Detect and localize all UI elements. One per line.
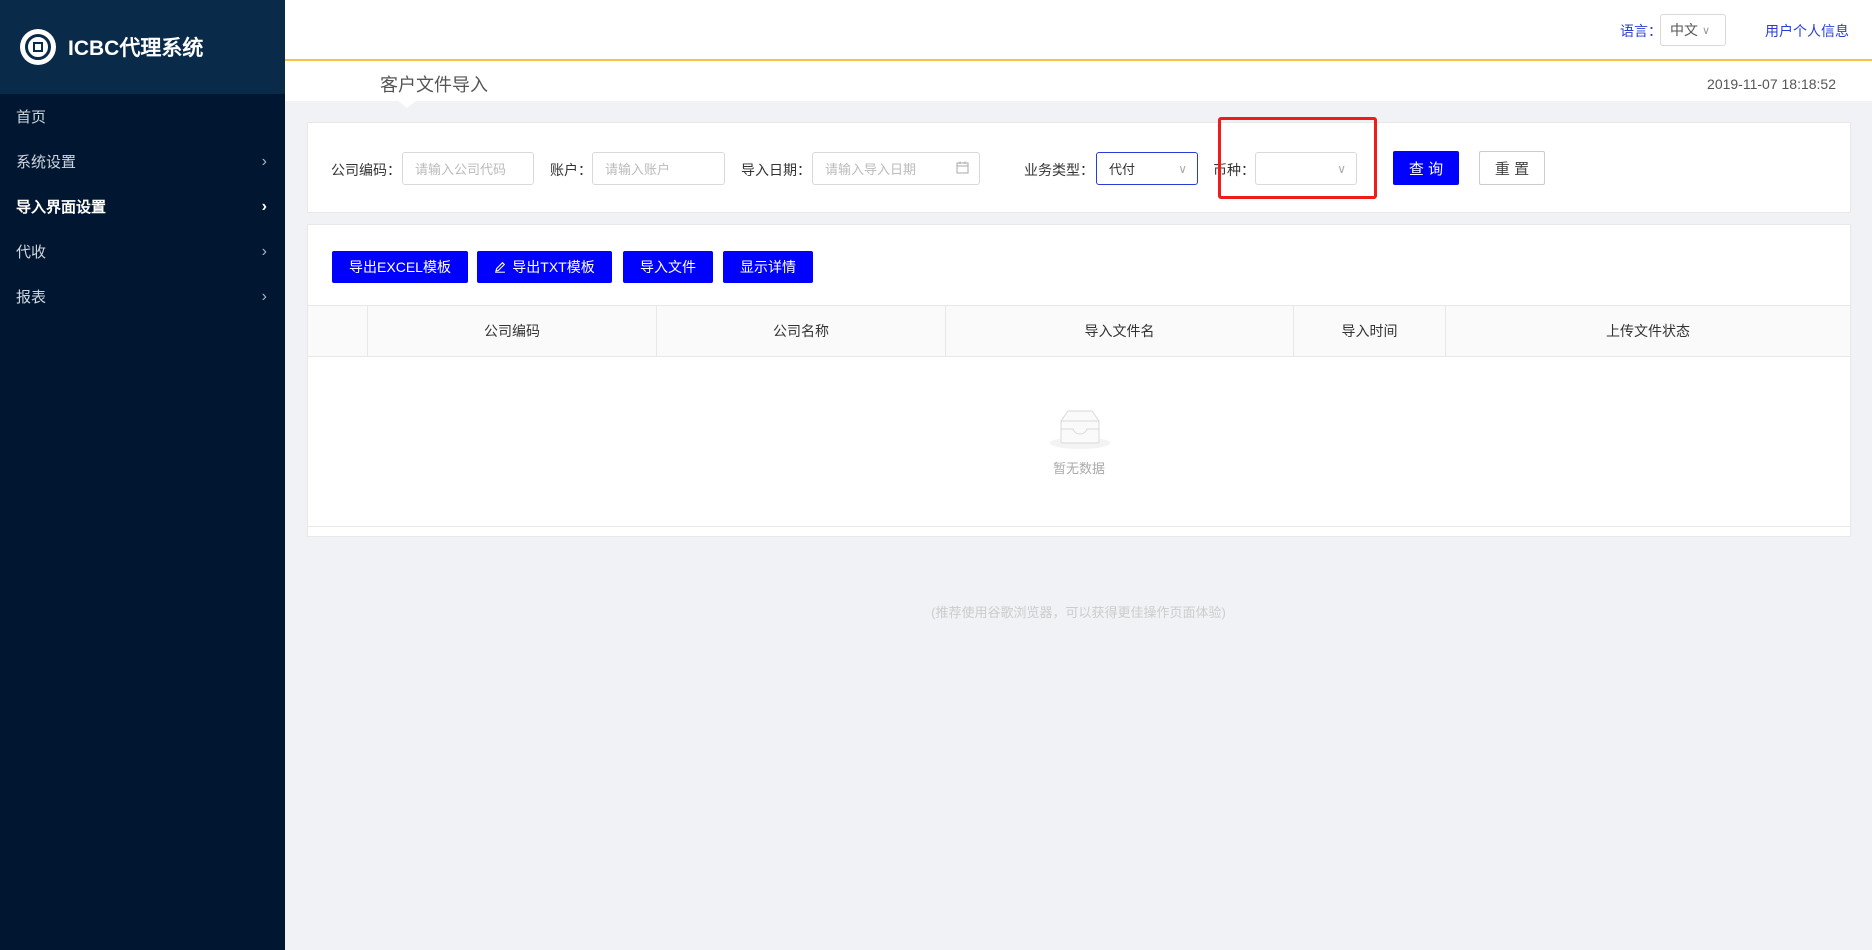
logo-bar: ICBC代理系统 — [0, 0, 285, 94]
sidebar-item-label: 报表 — [16, 289, 47, 306]
edit-icon — [494, 261, 506, 273]
app-title: ICBC代理系统 — [68, 37, 204, 60]
import-date-placeholder: 请输入导入日期 — [825, 162, 917, 177]
calendar-icon — [956, 161, 969, 177]
table-header-upload-status: 上传文件状态 — [1606, 323, 1690, 339]
page-header: 客户文件导入 2019-11-07 18:18:52 — [285, 61, 1872, 108]
account-label: 账户： — [550, 162, 592, 178]
chevron-right-icon: › — [261, 152, 267, 170]
chevron-down-icon: ∨ — [1702, 24, 1711, 37]
language-label: 语言： — [1620, 23, 1662, 39]
export-txt-label: 导出TXT模板 — [512, 259, 595, 275]
chevron-right-icon: › — [261, 287, 267, 305]
chevron-right-icon: › — [261, 197, 267, 215]
sidebar-item-collection[interactable]: 代收 › — [0, 229, 285, 274]
highlight-box — [1218, 117, 1377, 199]
language-value: 中文 — [1670, 22, 1698, 38]
business-type-select[interactable]: 代付 ∨ — [1096, 152, 1198, 185]
chevron-right-icon: › — [261, 242, 267, 260]
company-code-input[interactable]: 请输入公司代码 — [402, 152, 534, 185]
table-header-company-code: 公司编码 — [368, 306, 657, 356]
show-details-button[interactable]: 显示详情 — [723, 251, 813, 283]
empty-inbox-icon — [1049, 407, 1111, 456]
table-header-company-name: 公司名称 — [657, 306, 946, 356]
icbc-logo-icon — [20, 29, 56, 65]
table-header: 公司编码 公司名称 导入文件名 导入时间 上传文件状态 — [308, 305, 1850, 357]
sidebar-item-system-settings[interactable]: 系统设置 › — [0, 139, 285, 184]
table-panel: 导出EXCEL模板 导出TXT模板 导入文件 显示详情 公司编码 公司名称 导入… — [307, 224, 1851, 537]
browser-recommendation: (推荐使用谷歌浏览器，可以获得更佳操作页面体验) — [931, 605, 1226, 620]
business-type-value: 代付 — [1109, 162, 1136, 177]
table-header-select — [308, 306, 368, 356]
table-header-file-name: 导入文件名 — [946, 306, 1294, 356]
current-timestamp: 2019-11-07 18:18:52 — [1707, 76, 1836, 92]
sidebar-item-label: 首页 — [16, 109, 47, 126]
sidebar-item-label: 代收 — [16, 244, 47, 261]
sidebar-item-label: 系统设置 — [16, 154, 77, 171]
table-header-import-time: 导入时间 — [1294, 306, 1446, 356]
sidebar-nav: 首页 系统设置 › 导入界面设置 › 代收 › 报表 › — [0, 94, 285, 319]
reset-button[interactable]: 重 置 — [1479, 151, 1545, 185]
import-file-button[interactable]: 导入文件 — [623, 251, 713, 283]
tab-indicator — [397, 100, 417, 108]
account-input[interactable]: 请输入账户 — [592, 152, 725, 185]
business-type-label: 业务类型： — [1024, 162, 1094, 178]
language-select[interactable]: 中文 ∨ — [1660, 14, 1726, 46]
export-excel-button[interactable]: 导出EXCEL模板 — [332, 251, 468, 283]
sidebar-item-reports[interactable]: 报表 › — [0, 274, 285, 319]
empty-text: 暂无数据 — [1052, 461, 1105, 476]
company-code-label: 公司编码： — [331, 162, 401, 178]
chevron-down-icon: ∨ — [1178, 161, 1187, 176]
import-date-input[interactable]: 请输入导入日期 — [812, 152, 980, 185]
sidebar-item-label: 导入界面设置 — [16, 199, 107, 216]
export-txt-button[interactable]: 导出TXT模板 — [477, 251, 612, 283]
page-title: 客户文件导入 — [380, 75, 488, 95]
user-info-link[interactable]: 用户个人信息 — [1765, 21, 1849, 41]
sidebar-item-home[interactable]: 首页 — [0, 94, 285, 139]
query-button[interactable]: 查 询 — [1393, 151, 1459, 185]
sidebar-item-import-settings[interactable]: 导入界面设置 › — [0, 184, 285, 229]
import-date-label: 导入日期： — [741, 162, 811, 178]
top-header: 语言： 中文 ∨ 用户个人信息 — [285, 0, 1872, 61]
sidebar: ICBC代理系统 首页 系统设置 › 导入界面设置 › 代收 › 报表 › — [0, 0, 285, 950]
filter-panel: 公司编码： 请输入公司代码 账户： 请输入账户 导入日期： 请输入导入日期 业务… — [307, 122, 1851, 213]
table-empty-state: 暂无数据 — [308, 357, 1850, 527]
